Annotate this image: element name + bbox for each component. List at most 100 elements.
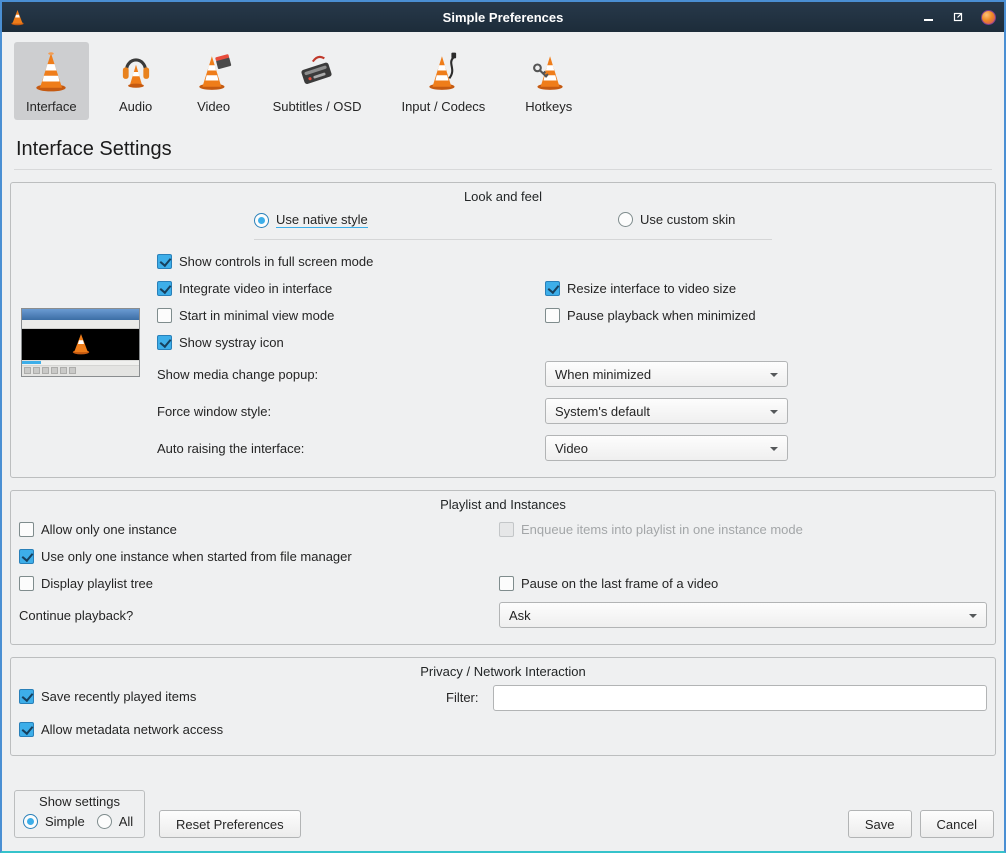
window-title: Simple Preferences [2,10,1004,25]
checkbox-integrate-video[interactable]: Integrate video in interface [157,281,332,296]
checkbox-indicator [19,722,34,737]
checkbox-label: Use only one instance when started from … [41,549,352,564]
footer-bar: Show settings Simple All Reset Preferenc… [2,790,1004,851]
label-media-change-popup: Show media change popup: [157,367,318,382]
window-controls [920,9,996,25]
checkbox-pause-when-minimized[interactable]: Pause playback when minimized [545,308,756,323]
checkbox-indicator [157,335,172,350]
tab-subtitles-osd[interactable]: Subtitles / OSD [261,42,374,120]
reset-preferences-button[interactable]: Reset Preferences [159,810,301,838]
playlist-instances-title: Playlist and Instances [19,495,987,516]
radio-indicator [97,814,112,829]
checkbox-save-recent-items[interactable]: Save recently played items [19,689,196,704]
continue-playback-combobox[interactable]: Ask [499,602,987,628]
close-icon [981,10,996,25]
radio-indicator [618,212,633,227]
checkbox-indicator [499,522,514,537]
radio-indicator [23,814,38,829]
checkbox-indicator [19,522,34,537]
checkbox-allow-metadata-network[interactable]: Allow metadata network access [19,722,223,737]
minimize-icon [924,19,933,21]
vlc-cone-icon [32,50,70,95]
checkbox-label: Show controls in full screen mode [179,254,373,269]
label-auto-raising: Auto raising the interface: [157,441,304,456]
checkbox-indicator [545,281,560,296]
look-and-feel-group: Look and feel Use native style Use custo… [10,182,996,478]
tab-label-hotkeys: Hotkeys [525,99,572,114]
chevron-down-icon [770,373,778,381]
checkbox-show-systray-icon[interactable]: Show systray icon [157,335,284,350]
checkbox-show-controls-fullscreen[interactable]: Show controls in full screen mode [157,254,373,269]
checkbox-indicator [19,576,34,591]
vlc-preview-image [21,308,140,377]
privacy-network-group: Privacy / Network Interaction Save recen… [10,657,996,756]
combobox-value: System's default [555,404,650,419]
radio-settings-all[interactable]: All [97,814,133,829]
show-settings-group: Show settings Simple All [14,790,145,838]
checkbox-pause-last-frame[interactable]: Pause on the last frame of a video [499,576,718,591]
preferences-window: Simple Preferences Interface Audio [0,0,1006,853]
vlc-logo-icon [10,9,28,26]
maximize-icon [952,11,964,23]
radio-separator [254,239,772,240]
checkbox-indicator [19,689,34,704]
preview-controls [22,366,139,376]
checkbox-label: Integrate video in interface [179,281,332,296]
combobox-value: When minimized [555,367,651,382]
radio-use-custom-skin[interactable]: Use custom skin [618,212,735,227]
privacy-network-title: Privacy / Network Interaction [19,662,987,683]
checkbox-indicator [157,281,172,296]
checkbox-label: Show systray icon [179,335,284,350]
checkbox-resize-interface[interactable]: Resize interface to video size [545,281,736,296]
checkbox-one-instance-file-manager[interactable]: Use only one instance when started from … [19,549,352,564]
window-style-combobox[interactable]: System's default [545,398,788,424]
label-continue-playback: Continue playback? [19,608,133,623]
tab-audio[interactable]: Audio [105,42,167,120]
checkbox-indicator [545,308,560,323]
checkbox-label: Save recently played items [41,689,196,704]
media-change-popup-combobox[interactable]: When minimized [545,361,788,387]
cancel-button[interactable]: Cancel [920,810,994,838]
radio-label-native: Use native style [276,212,368,228]
checkbox-label: Display playlist tree [41,576,153,591]
checkbox-allow-one-instance[interactable]: Allow only one instance [19,522,177,537]
minimize-button[interactable] [920,9,936,25]
titlebar[interactable]: Simple Preferences [2,2,1004,32]
combobox-value: Video [555,441,588,456]
preview-menubar [22,320,139,329]
radio-use-native-style[interactable]: Use native style [254,212,368,228]
video-cone-icon [195,50,233,95]
tab-interface[interactable]: Interface [14,42,89,120]
preview-video-area [22,329,139,360]
tab-label-video: Video [197,99,230,114]
preview-column [19,248,157,467]
maximize-button[interactable] [950,9,966,25]
checkbox-label: Resize interface to video size [567,281,736,296]
auto-raising-combobox[interactable]: Video [545,435,788,461]
combobox-value: Ask [509,608,531,623]
preview-cone-icon [71,332,91,356]
tab-input-codecs[interactable]: Input / Codecs [389,42,497,120]
tab-hotkeys[interactable]: Hotkeys [513,42,584,120]
headphones-icon [117,50,155,95]
tab-video[interactable]: Video [183,42,245,120]
checkbox-display-playlist-tree[interactable]: Display playlist tree [19,576,153,591]
main-content: Interface Settings [2,126,1004,182]
close-button[interactable] [980,9,996,25]
filter-input[interactable] [493,685,988,711]
checkbox-indicator [499,576,514,591]
input-codecs-icon [424,50,462,95]
style-radio-row: Use native style Use custom skin [19,212,987,231]
radio-settings-simple[interactable]: Simple [23,814,85,829]
save-button[interactable]: Save [848,810,912,838]
tab-label-input-codecs: Input / Codecs [401,99,485,114]
checkbox-start-minimal-view[interactable]: Start in minimal view mode [157,308,334,323]
radio-indicator [254,213,269,228]
chevron-down-icon [969,614,977,622]
radio-label-all: All [119,814,133,829]
chevron-down-icon [770,447,778,455]
chevron-down-icon [770,410,778,418]
subtitles-icon [298,50,336,95]
label-force-window-style: Force window style: [157,404,271,419]
hotkeys-icon [530,50,568,95]
